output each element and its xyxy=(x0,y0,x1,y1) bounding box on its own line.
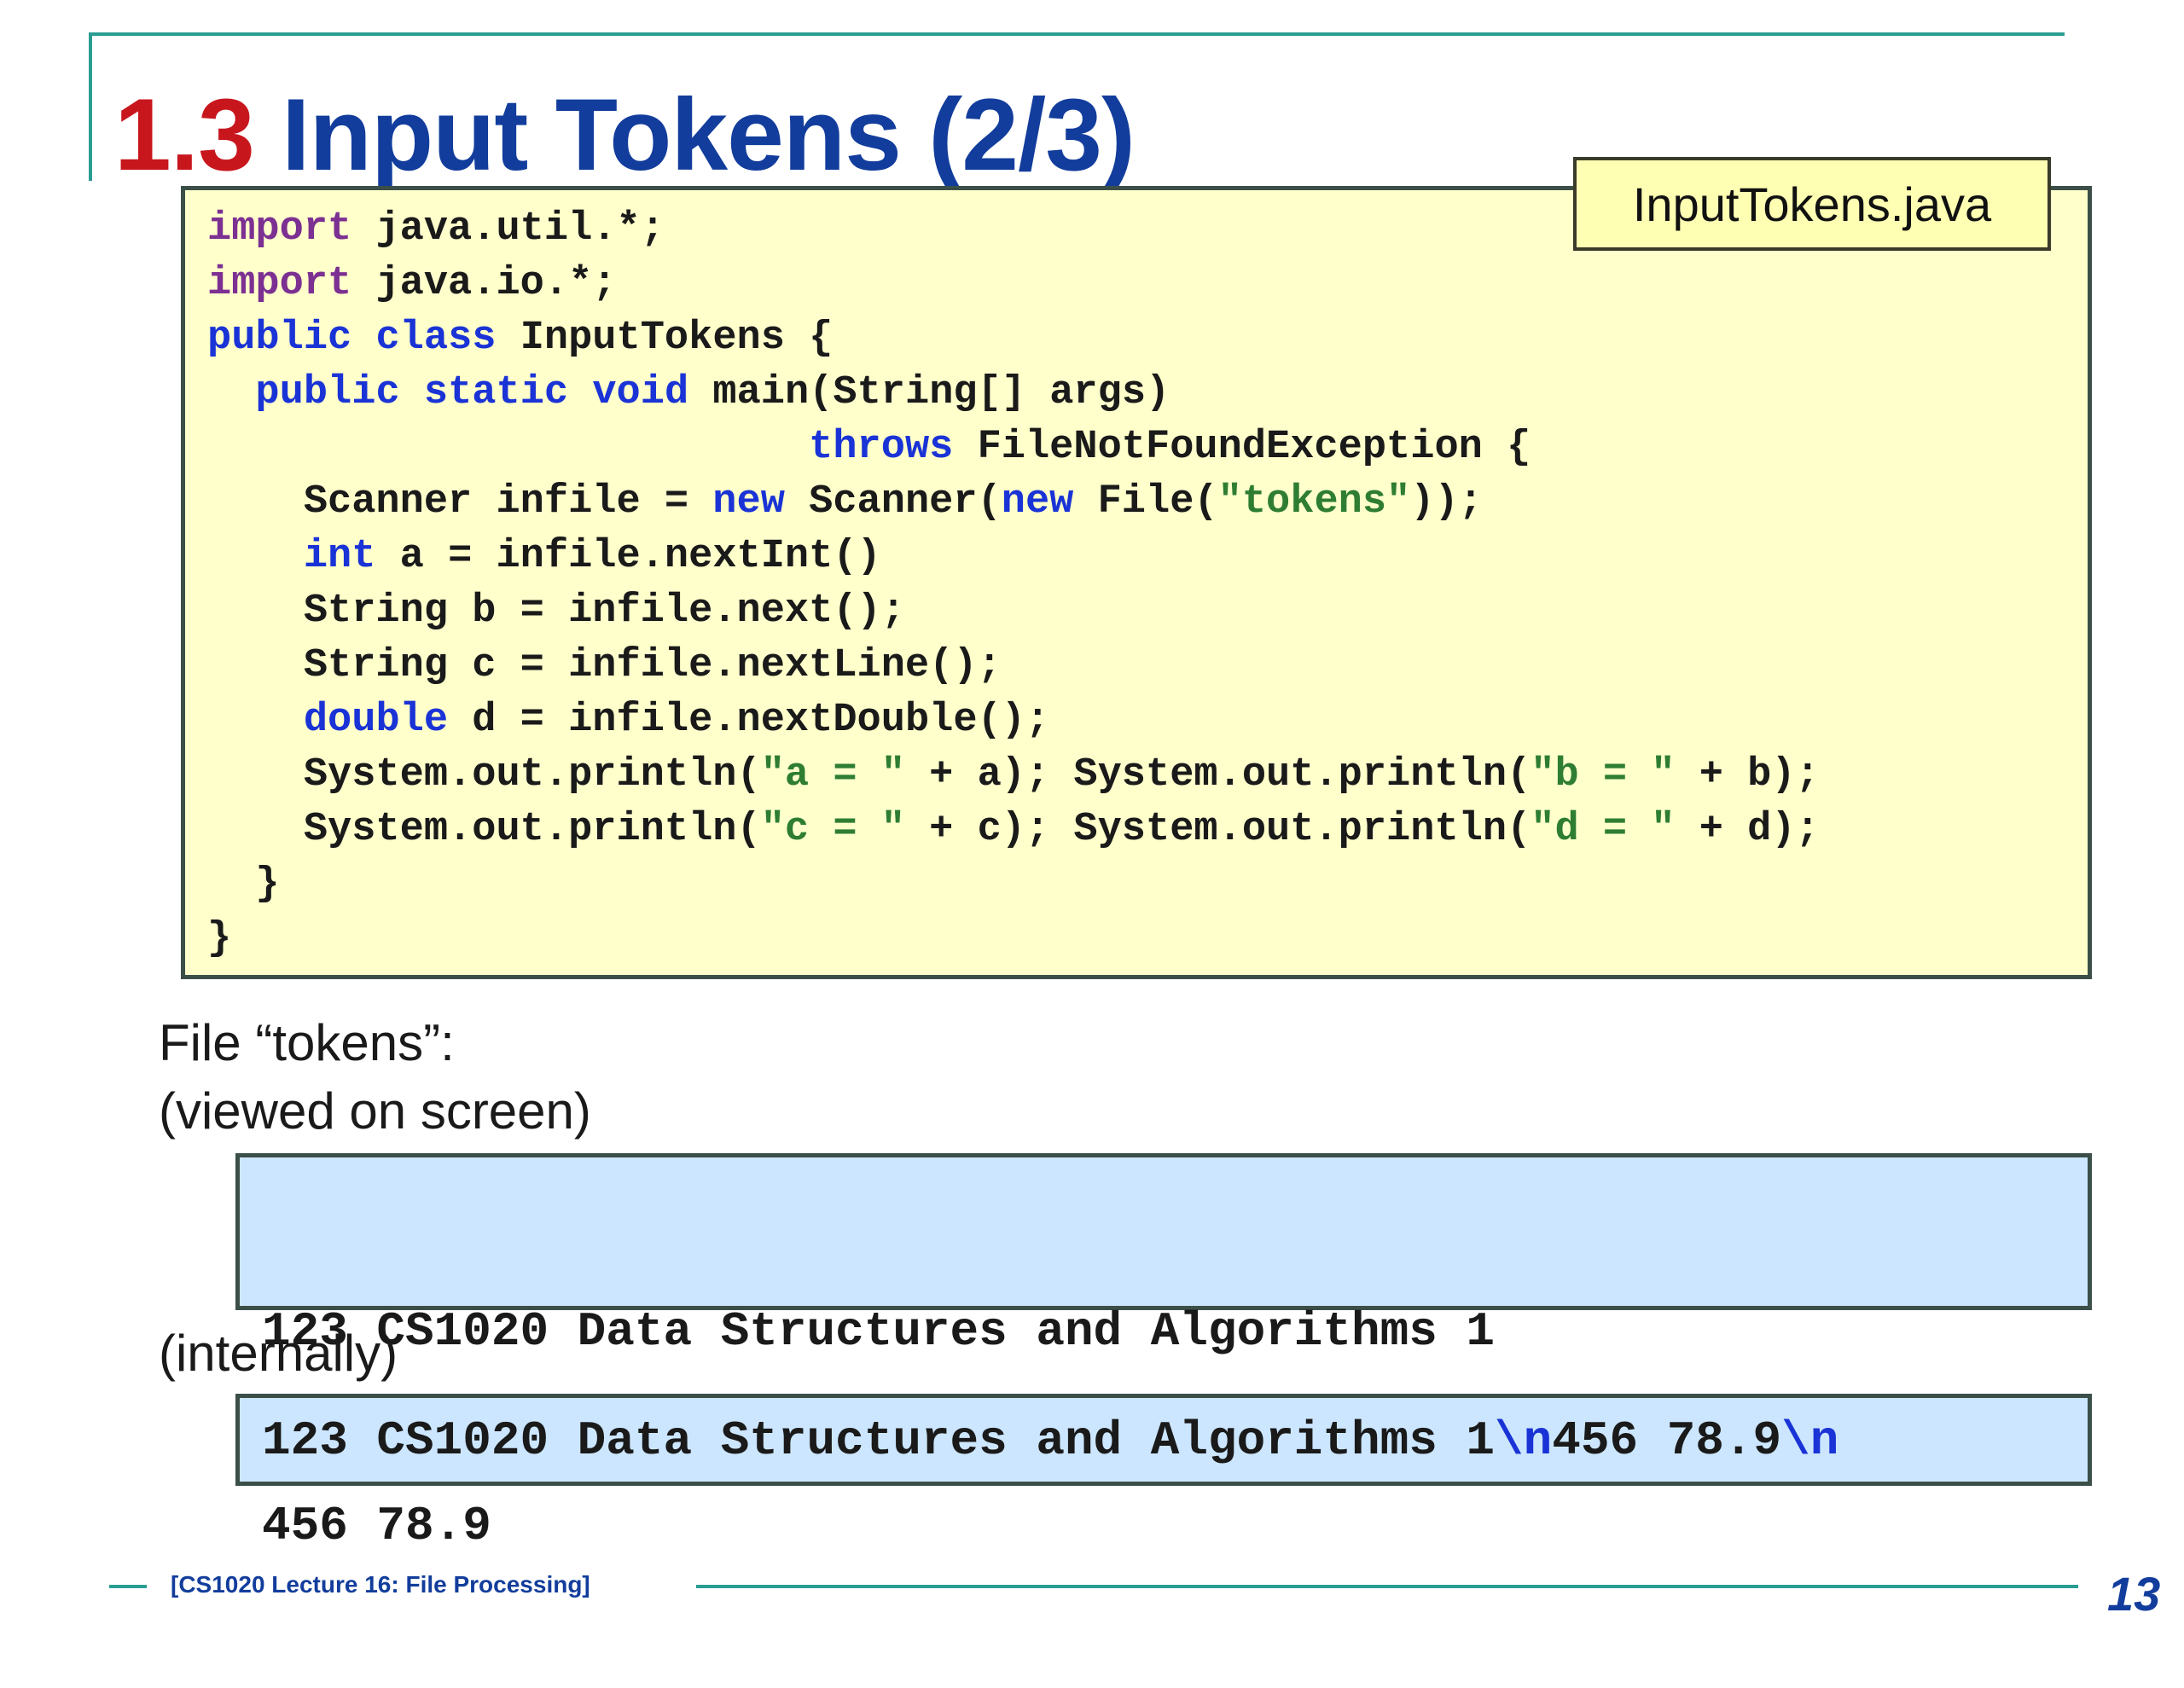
keyword: int xyxy=(303,534,376,579)
code-text: a = infile.nextInt() xyxy=(375,534,881,579)
title-number: 1.3 xyxy=(114,78,255,192)
escape-sequence: \n xyxy=(1781,1413,1839,1468)
filename-label: InputTokens.java xyxy=(1573,157,2051,251)
string-literal: "b = " xyxy=(1531,752,1676,798)
code-line: } xyxy=(207,857,1820,912)
code-text: } xyxy=(207,916,232,961)
code-text: File( xyxy=(1073,479,1218,525)
top-rule xyxy=(89,32,2065,36)
keyword: public xyxy=(207,316,352,361)
code-text: String c = infile.nextLine(); xyxy=(207,643,1002,688)
escape-sequence: \n xyxy=(1495,1413,1553,1468)
keyword: import xyxy=(207,261,352,306)
screen-view-line: 123 CS1020 Data Structures and Algorithm… xyxy=(262,1304,1496,1359)
caption-viewed: (viewed on screen) xyxy=(159,1082,591,1140)
keyword: import xyxy=(207,206,352,252)
keyword: double xyxy=(303,698,449,743)
code-line: throws FileNotFoundException { xyxy=(207,421,1820,475)
code-text: java.util.*; xyxy=(351,206,665,252)
code-listing: import java.util.*; import java.io.*; publ… xyxy=(207,202,1820,966)
screen-view-line: 456 78.9 xyxy=(262,1499,491,1553)
code-text: d = infile.nextDouble(); xyxy=(448,698,1050,743)
code-line: import java.io.*; xyxy=(207,257,1820,311)
code-text: + a); System.out.println( xyxy=(904,752,1531,798)
code-line: String c = infile.nextLine(); xyxy=(207,639,1820,693)
caption-internally: (internally) xyxy=(159,1325,398,1382)
code-text: + d); xyxy=(1675,807,1820,852)
code-text: Scanner infile = xyxy=(207,479,713,525)
code-text: java.io.*; xyxy=(351,261,617,306)
footer-right-rule xyxy=(696,1585,2078,1588)
string-literal: "c = " xyxy=(760,807,905,852)
code-text: main(String[] args) xyxy=(688,370,1170,415)
code-line: double d = infile.nextDouble(); xyxy=(207,693,1820,748)
code-text: } xyxy=(207,861,280,907)
code-line: System.out.println("a = " + a); System.o… xyxy=(207,748,1820,803)
title-text: Input Tokens (2/3) xyxy=(282,78,1136,192)
code-text: )); xyxy=(1410,479,1483,525)
internal-view-box: 123 CS1020 Data Structures and Algorithm… xyxy=(235,1394,2092,1486)
code-text: FileNotFoundException { xyxy=(953,425,1531,470)
code-panel: import java.util.*; import java.io.*; publ… xyxy=(181,186,2092,979)
keyword: new xyxy=(712,479,785,525)
keyword: void xyxy=(592,370,689,415)
code-line: String b = infile.next(); xyxy=(207,584,1820,639)
code-line: Scanner infile = new Scanner(new File("t… xyxy=(207,475,1820,530)
slide-title: 1.3 Input Tokens (2/3) xyxy=(114,75,1136,194)
code-text: String b = infile.next(); xyxy=(207,589,905,634)
internal-view-line: 123 CS1020 Data Structures and Algorithm… xyxy=(262,1408,1838,1473)
screen-view-box: 123 CS1020 Data Structures and Algorithm… xyxy=(235,1153,2092,1553)
string-literal: "tokens" xyxy=(1217,479,1411,525)
keyword: new xyxy=(1001,479,1074,525)
footer-course: [CS1020 Lecture 16: File Processing] xyxy=(171,1571,590,1598)
code-text: System.out.println( xyxy=(207,752,761,798)
code-text: System.out.println( xyxy=(207,807,761,852)
code-line: int a = infile.nextInt() xyxy=(207,530,1820,584)
keyword: public xyxy=(255,370,400,415)
footer-left-rule xyxy=(109,1585,147,1588)
code-text: InputTokens { xyxy=(496,316,834,361)
keyword: static xyxy=(423,370,569,415)
left-rule xyxy=(89,32,92,181)
string-literal: "a = " xyxy=(760,752,905,798)
code-line: } xyxy=(207,912,1820,966)
internal-view-text: 123 CS1020 Data Structures and Algorithm… xyxy=(262,1408,1838,1473)
page-number: 13 xyxy=(2107,1567,2161,1621)
caption-file: File “tokens”: xyxy=(159,1014,455,1071)
code-text: 456 78.9 xyxy=(1552,1413,1782,1468)
code-line: System.out.println("c = " + c); System.o… xyxy=(207,803,1820,857)
string-literal: "d = " xyxy=(1531,807,1676,852)
code-text: Scanner( xyxy=(784,479,1002,525)
code-line: public static void main(String[] args) xyxy=(207,366,1820,421)
code-line: public class InputTokens { xyxy=(207,311,1820,366)
keyword: throws xyxy=(809,425,954,470)
keyword: class xyxy=(375,316,497,361)
code-text: + c); System.out.println( xyxy=(904,807,1531,852)
code-text: 123 CS1020 Data Structures and Algorithm… xyxy=(262,1413,1496,1468)
code-text: + b); xyxy=(1675,752,1820,798)
